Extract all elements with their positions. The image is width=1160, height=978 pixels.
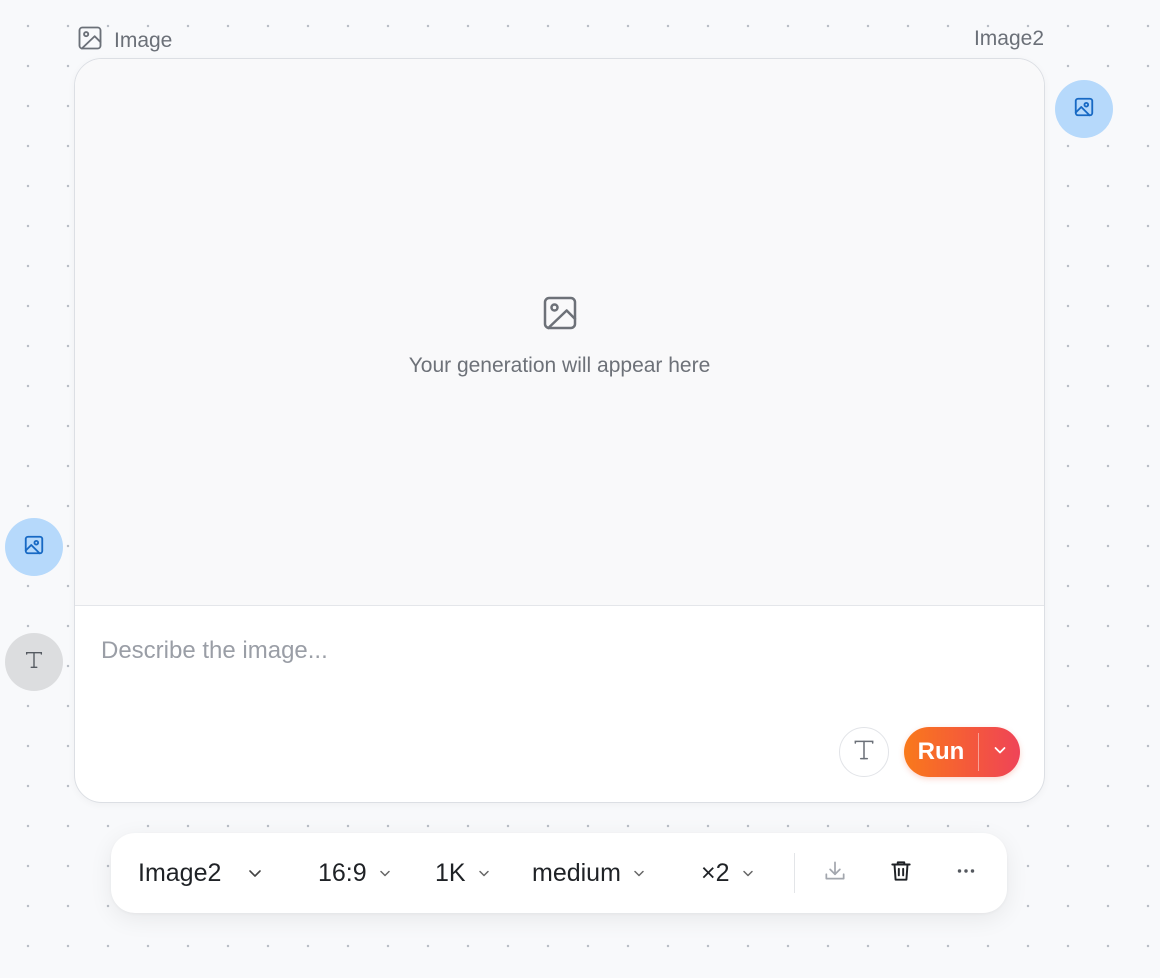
download-button[interactable]	[820, 858, 850, 888]
image-node-card[interactable]: Your generation will appear here Run	[74, 58, 1045, 803]
count-select[interactable]: ×2	[701, 833, 756, 913]
image-icon	[540, 287, 580, 354]
prompt-input[interactable]	[101, 637, 1001, 665]
quality-select[interactable]: medium	[532, 833, 647, 913]
chevron-down-icon	[476, 859, 492, 888]
chevron-down-icon	[631, 859, 647, 888]
image-icon	[23, 534, 45, 561]
generation-preview: Your generation will appear here	[75, 59, 1044, 606]
chevron-down-icon	[377, 859, 393, 888]
generation-settings-toolbar: Image2 16:9 1K medium ×2	[111, 833, 1007, 913]
more-horizontal-icon	[953, 858, 979, 889]
more-options-button[interactable]	[951, 858, 981, 888]
delete-button[interactable]	[886, 858, 916, 888]
resolution-value: 1K	[435, 858, 466, 887]
input-text-port[interactable]	[5, 633, 63, 691]
aspect-ratio-value: 16:9	[318, 858, 367, 887]
run-button[interactable]: Run	[904, 727, 978, 777]
chevron-down-icon	[740, 859, 756, 888]
node-model-label: Image2	[973, 27, 1044, 50]
quality-value: medium	[532, 858, 621, 887]
model-select[interactable]: Image2	[138, 833, 263, 913]
toolbar-divider	[794, 853, 795, 893]
text-input-toggle-button[interactable]	[839, 727, 889, 777]
input-image-port[interactable]	[5, 518, 63, 576]
node-type-label: Image	[76, 24, 172, 58]
run-button-group: Run	[904, 727, 1020, 777]
count-value: ×2	[701, 858, 730, 887]
run-options-button[interactable]	[979, 727, 1020, 777]
image-icon	[1073, 96, 1095, 123]
chevron-down-icon	[247, 859, 263, 888]
aspect-ratio-select[interactable]: 16:9	[318, 833, 393, 913]
download-icon	[822, 858, 848, 889]
text-t-icon	[851, 737, 877, 768]
text-t-icon	[23, 649, 45, 676]
trash-icon	[888, 858, 914, 889]
image-icon	[76, 24, 104, 58]
model-select-value: Image2	[138, 858, 222, 887]
chevron-down-icon	[992, 742, 1008, 763]
output-image-port[interactable]	[1055, 80, 1113, 138]
node-type-text: Image	[114, 29, 173, 52]
preview-placeholder-text: Your generation will appear here	[408, 353, 711, 377]
resolution-select[interactable]: 1K	[435, 833, 492, 913]
